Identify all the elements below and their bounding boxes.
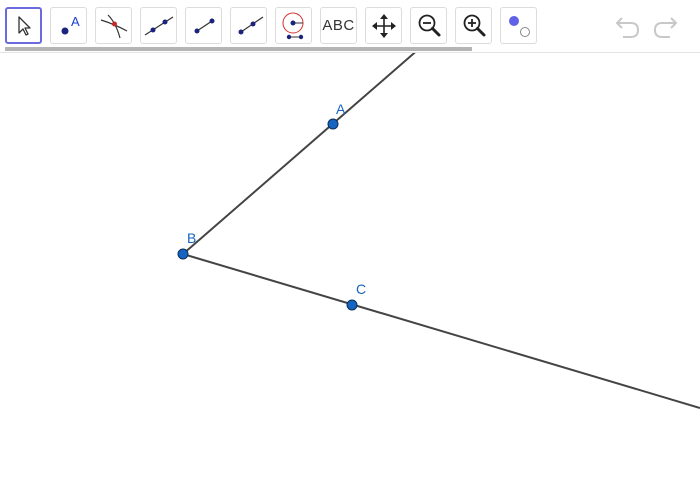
zoom-out-icon xyxy=(418,14,440,36)
point-tool-label: A xyxy=(71,14,80,29)
ray-tool-button[interactable] xyxy=(230,7,267,44)
line-tool-button[interactable] xyxy=(140,7,177,44)
redo-icon xyxy=(653,17,677,38)
line-icon xyxy=(144,15,173,36)
ray-bc[interactable] xyxy=(182,253,700,409)
style-tool-button[interactable] xyxy=(500,7,537,44)
circle-tool-button[interactable] xyxy=(275,7,312,44)
move-tool-button[interactable] xyxy=(5,7,42,44)
circle-with-center-icon xyxy=(282,12,303,39)
zoom-out-button[interactable] xyxy=(410,7,447,44)
redo-button[interactable] xyxy=(650,12,680,42)
color-dots-icon xyxy=(508,15,530,37)
graphics-view[interactable]: A B C xyxy=(0,0,700,500)
intersect-tool-button[interactable] xyxy=(95,7,132,44)
undo-icon xyxy=(616,17,640,38)
ray-ba[interactable] xyxy=(182,47,421,255)
point-b[interactable] xyxy=(177,248,189,260)
toolbar-divider xyxy=(0,52,700,53)
ray-icon xyxy=(238,16,263,34)
toolbar: A ABC xyxy=(0,0,700,52)
toolbar-scrollbar[interactable] xyxy=(5,47,472,51)
cursor-arrow-icon xyxy=(17,15,31,36)
point-tool-button[interactable]: A xyxy=(50,7,87,44)
point-b-label: B xyxy=(187,230,196,246)
segment-icon xyxy=(194,18,214,33)
undo-button[interactable] xyxy=(613,12,643,42)
point-a[interactable] xyxy=(327,118,339,130)
intersect-icon xyxy=(100,14,127,38)
point-c[interactable] xyxy=(346,299,358,311)
move-arrows-icon xyxy=(371,13,396,38)
move-graphics-view-button[interactable] xyxy=(365,7,402,44)
segment-tool-button[interactable] xyxy=(185,7,222,44)
text-tool-label: ABC xyxy=(322,17,355,34)
point-icon: A xyxy=(61,14,80,34)
zoom-in-button[interactable] xyxy=(455,7,492,44)
text-tool-button[interactable]: ABC xyxy=(320,7,357,44)
point-a-label: A xyxy=(336,101,346,117)
zoom-in-icon xyxy=(463,14,485,36)
point-c-label: C xyxy=(356,281,366,297)
